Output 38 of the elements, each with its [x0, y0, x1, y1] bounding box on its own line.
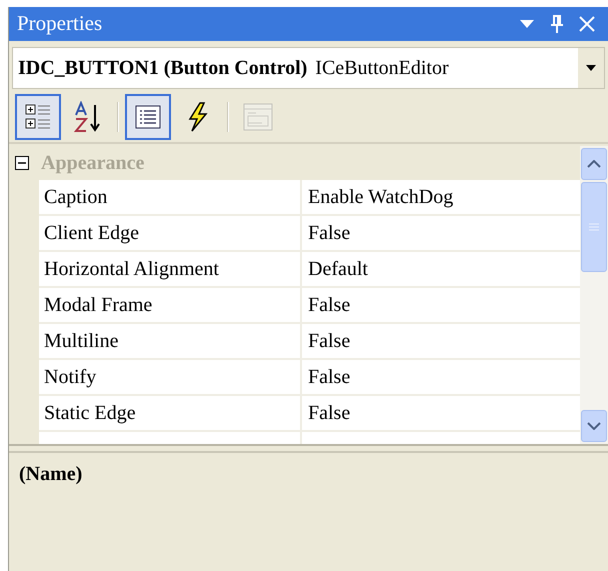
- close-icon: [579, 16, 595, 32]
- property-name[interactable]: Static Edge: [39, 396, 302, 432]
- scroll-thumb[interactable]: [581, 182, 607, 272]
- property-name[interactable]: Modal Frame: [39, 288, 302, 324]
- object-type: ICeButtonEditor: [315, 56, 450, 81]
- window-title: Properties: [17, 10, 104, 38]
- property-pages-icon: [243, 103, 273, 131]
- chevron-down-icon: [587, 422, 601, 430]
- category-label: Appearance: [41, 151, 144, 176]
- property-value[interactable]: False: [302, 360, 580, 396]
- property-list-icon: [135, 105, 161, 129]
- collapse-toggle[interactable]: [15, 156, 29, 170]
- property-name[interactable]: Caption: [39, 180, 302, 216]
- property-value[interactable]: False: [302, 288, 580, 324]
- property-value[interactable]: False: [302, 396, 580, 432]
- scroll-up-button[interactable]: [581, 148, 607, 180]
- properties-button[interactable]: [125, 94, 171, 140]
- grip-icon: [589, 223, 599, 231]
- scrollbar[interactable]: [580, 146, 608, 444]
- categorized-button[interactable]: [15, 94, 61, 140]
- dropdown-button[interactable]: [578, 48, 604, 88]
- description-title: (Name): [19, 463, 82, 485]
- property-value[interactable]: False: [302, 216, 580, 252]
- lightning-icon: [186, 102, 210, 132]
- property-name[interactable]: Client Edge: [39, 216, 302, 252]
- pin-icon: [550, 15, 564, 33]
- property-name[interactable]: Notify: [39, 360, 302, 396]
- property-value[interactable]: Enable WatchDog: [302, 180, 580, 216]
- property-value[interactable]: False: [302, 324, 580, 360]
- property-name[interactable]: Horizontal Alignment: [39, 252, 302, 288]
- caret-icon: [586, 65, 596, 71]
- object-name: IDC_BUTTON1 (Button Control): [18, 56, 308, 81]
- chevron-up-icon: [587, 160, 601, 168]
- property-value[interactable]: Default: [302, 252, 580, 288]
- property-name[interactable]: Multiline: [39, 324, 302, 360]
- object-selector[interactable]: IDC_BUTTON1 (Button Control) ICeButtonEditor: [12, 47, 605, 89]
- scroll-down-button[interactable]: [581, 410, 607, 442]
- caret-icon: [520, 20, 534, 28]
